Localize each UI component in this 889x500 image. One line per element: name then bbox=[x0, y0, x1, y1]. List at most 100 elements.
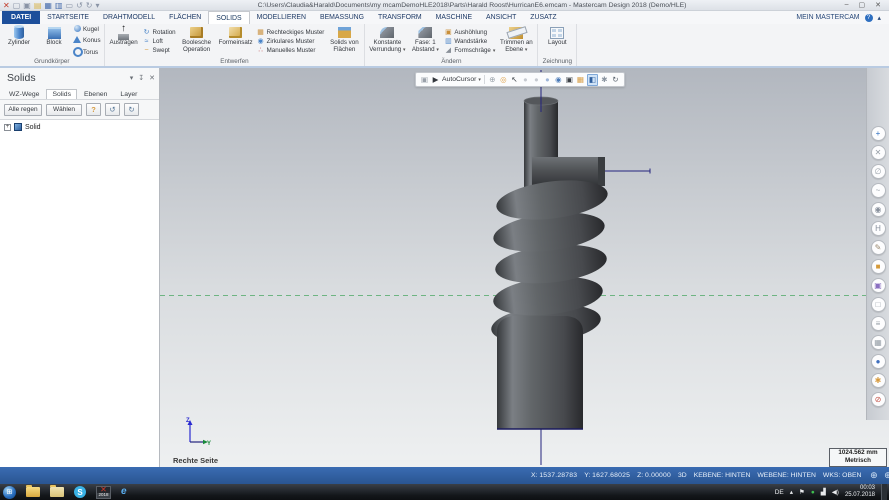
konstante-verrundung-button[interactable]: Konstante Verrundung ▾ bbox=[368, 25, 406, 54]
open-file-icon[interactable]: ▤ bbox=[34, 1, 42, 10]
minimize-button[interactable]: – bbox=[845, 1, 849, 9]
gview-status[interactable]: WEBENE: HINTEN bbox=[757, 472, 816, 479]
save-icon[interactable]: ▦ bbox=[44, 1, 52, 10]
panel-tab[interactable]: Layer bbox=[114, 89, 143, 99]
gview-icon-1[interactable]: ⊕ bbox=[868, 470, 879, 481]
mein-mastercam-link[interactable]: MEIN MASTERCAM bbox=[796, 14, 859, 21]
solids-group-icon[interactable]: ▣ bbox=[871, 278, 886, 293]
snap-settings-icon[interactable]: ◎ bbox=[499, 75, 508, 85]
ribbon-tab[interactable]: ZUSATZ bbox=[523, 11, 563, 24]
analyze-diameter-icon[interactable]: ∅ bbox=[871, 164, 886, 179]
tab-datei[interactable]: DATEI bbox=[2, 11, 40, 24]
repaint-icon[interactable]: ↻ bbox=[611, 75, 620, 85]
tray-expand-icon[interactable]: ▴ bbox=[790, 488, 793, 496]
new-file-icon[interactable]: ▢ bbox=[13, 1, 21, 10]
maximize-button[interactable]: ▢ bbox=[859, 1, 866, 9]
update-icon[interactable]: ● bbox=[811, 489, 815, 496]
show-desktop-button[interactable] bbox=[881, 484, 887, 500]
browser-icon[interactable]: e bbox=[121, 487, 127, 497]
panel-pin-icon[interactable]: ↧ bbox=[138, 74, 144, 82]
print-icon[interactable]: ▭ bbox=[66, 1, 74, 10]
solid-box-icon[interactable]: ■ bbox=[871, 259, 886, 274]
close-button[interactable]: ✕ bbox=[875, 1, 881, 9]
mesh-icon[interactable]: ● bbox=[871, 354, 886, 369]
skype-icon[interactable]: S bbox=[74, 486, 86, 498]
language-indicator[interactable]: DE bbox=[775, 489, 784, 496]
formschraege-button[interactable]: ◢ Formschräge ▾ bbox=[444, 47, 495, 54]
zylinder-button[interactable]: Zylinder bbox=[3, 25, 35, 47]
mastercam-taskbar-icon[interactable]: ✕ 2018 bbox=[96, 486, 111, 499]
loft-button[interactable]: ≈ Loft bbox=[143, 38, 176, 45]
help-icon[interactable]: ? bbox=[865, 14, 873, 22]
autocursor-dropdown-icon[interactable]: ▾ bbox=[478, 77, 481, 83]
lock-icon[interactable]: ▣ bbox=[420, 75, 429, 85]
ribbon-tab[interactable]: TRANSFORM bbox=[371, 11, 429, 24]
panel-tab[interactable]: Ebenen bbox=[78, 89, 113, 99]
solids-von-flaechen-button[interactable]: Solids von Flächen bbox=[327, 25, 361, 54]
aushoehlung-button[interactable]: ▣ Aushöhlung bbox=[444, 29, 495, 36]
fase-button[interactable]: Fase: 1 Abstand ▾ bbox=[409, 25, 441, 54]
collapse-ribbon-icon[interactable]: ▴ bbox=[878, 14, 881, 22]
copy-icon[interactable]: ▣ bbox=[23, 1, 31, 10]
cplane-status[interactable]: KEBENE: HINTEN bbox=[694, 472, 751, 479]
layout-button[interactable]: Layout bbox=[541, 25, 573, 47]
rotation-button[interactable]: ↻ Rotation bbox=[143, 29, 176, 36]
fast-point-icon[interactable]: ⊕ bbox=[488, 75, 497, 85]
kugel-button[interactable]: Kugel bbox=[73, 25, 101, 34]
panel-tab[interactable]: WZ-Wege bbox=[3, 89, 45, 99]
hint-lamp-icon[interactable]: ? bbox=[86, 103, 101, 116]
analyze-dynamic-icon[interactable]: ✎ bbox=[871, 240, 886, 255]
ribbon-tab[interactable]: STARTSEITE bbox=[40, 11, 96, 24]
ribbon-tab[interactable]: FLÄCHEN bbox=[162, 11, 208, 24]
swept-button[interactable]: ~ Swept bbox=[143, 47, 176, 54]
mastercam-logo-icon[interactable]: ✕ bbox=[3, 1, 10, 10]
analyze-curve-icon[interactable]: ~ bbox=[871, 183, 886, 198]
analyze-distance-icon[interactable]: H bbox=[871, 221, 886, 236]
wcs-status[interactable]: WKS: OBEN bbox=[823, 472, 862, 479]
start-button[interactable]: ⊞ bbox=[3, 486, 16, 499]
selection-toggle-icon[interactable]: ◧ bbox=[587, 74, 598, 86]
measure-icon[interactable]: ≡ bbox=[871, 316, 886, 331]
network-icon[interactable]: ▟ bbox=[821, 488, 826, 496]
select-arrow-icon[interactable]: ↖ bbox=[510, 75, 519, 85]
regen-all-button[interactable]: Alle regen bbox=[4, 104, 42, 116]
rechteckiges-muster-button[interactable]: ▦ Rechteckiges Muster bbox=[257, 29, 325, 36]
boolesche-operation-button[interactable]: Boolesche Operation bbox=[179, 25, 215, 54]
gear-icon[interactable]: ✱ bbox=[600, 75, 609, 85]
block-button[interactable]: Block bbox=[38, 25, 70, 47]
mode-3d[interactable]: 3D bbox=[678, 472, 687, 479]
analyze-view-icon[interactable]: ◉ bbox=[871, 202, 886, 217]
ribbon-tab[interactable]: DRAHTMODELL bbox=[96, 11, 162, 24]
select-solid-body-icon[interactable]: ◉ bbox=[554, 75, 563, 85]
settings-gear-icon[interactable]: ✱ bbox=[871, 373, 886, 388]
redo-icon[interactable]: ↻ bbox=[124, 103, 139, 116]
documents-folder-icon[interactable] bbox=[50, 487, 64, 497]
panel-icon[interactable]: □ bbox=[871, 297, 886, 312]
save-as-icon[interactable]: ▥ bbox=[55, 1, 63, 10]
wandstaerke-button[interactable]: ▥ Wandstärke bbox=[444, 38, 495, 45]
undo-icon[interactable]: ↺ bbox=[76, 1, 83, 10]
ribbon-tab[interactable]: MASCHINE bbox=[429, 11, 479, 24]
select-polygon-icon[interactable]: ● bbox=[532, 75, 541, 85]
konus-button[interactable]: Konus bbox=[73, 36, 101, 45]
torus-button[interactable]: Torus bbox=[73, 47, 101, 59]
autocursor-label[interactable]: AutoCursor bbox=[442, 76, 476, 83]
manuelles-muster-button[interactable]: ∴ Manuelles Muster bbox=[257, 47, 325, 54]
disable-icon[interactable]: ⊘ bbox=[871, 392, 886, 407]
select-button[interactable]: Wählen bbox=[46, 104, 82, 116]
austragen-button[interactable]: Austragen bbox=[108, 25, 140, 47]
grid-snap-icon[interactable]: ▦ bbox=[576, 75, 585, 85]
gview-icon-2[interactable]: ⊕ bbox=[882, 470, 889, 481]
trimmen-an-ebene-button[interactable]: Trimmen an Ebene ▾ bbox=[498, 25, 534, 54]
flag-icon[interactable]: ⚑ bbox=[799, 488, 805, 496]
formeinsatz-button[interactable]: Formeinsatz bbox=[218, 25, 254, 47]
analyze-entity-icon[interactable]: ✕ bbox=[871, 145, 886, 160]
panel-menu-icon[interactable]: ▾ bbox=[130, 74, 134, 82]
select-window-icon[interactable]: ● bbox=[521, 75, 530, 85]
ribbon-tab[interactable]: ANSICHT bbox=[479, 11, 523, 24]
redo-icon[interactable]: ↻ bbox=[86, 1, 93, 10]
graphics-viewport[interactable]: ▣ ▶ AutoCursor ▾ ⊕◎↖●●●◉▣▦◧✱↻ Z Y Rechte… bbox=[160, 68, 889, 467]
zoom-in-icon[interactable]: + bbox=[871, 126, 886, 141]
undo-icon[interactable]: ↺ bbox=[105, 103, 120, 116]
zirkulares-muster-button[interactable]: ◉ Zirkulares Muster bbox=[257, 38, 325, 45]
